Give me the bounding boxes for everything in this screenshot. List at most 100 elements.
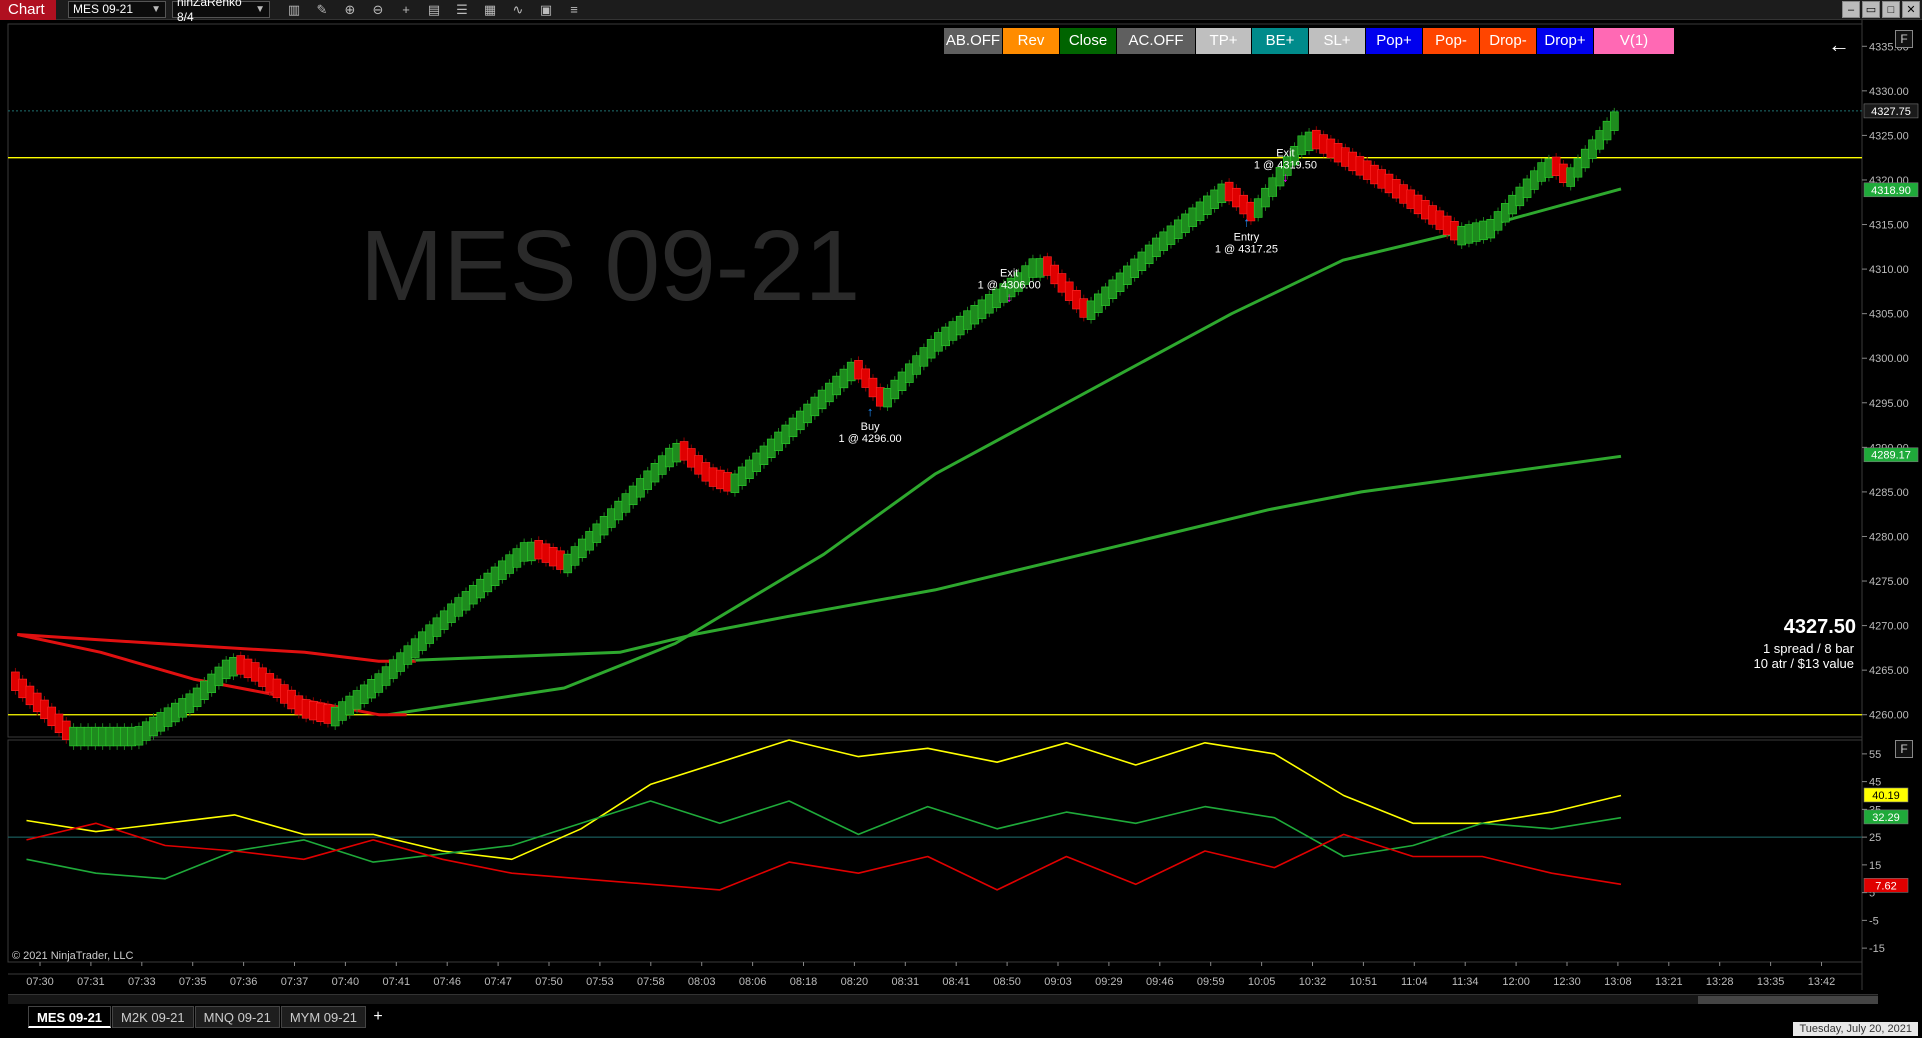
trader-button-drop[interactable]: Drop- [1480,28,1536,54]
chart-canvas[interactable]: MES 09-214335.004330.004325.004320.00431… [0,0,1922,1038]
renko-bar-up [955,315,965,336]
tab-m2k-09-21[interactable]: M2K 09-21 [112,1006,194,1028]
trader-button-v-1[interactable]: V(1) [1594,28,1674,54]
renko-bar-down [875,387,885,407]
tab-mnq-09-21[interactable]: MNQ 09-21 [194,1006,280,1028]
time-axis-label: 07:40 [332,976,360,988]
renko-bar-up [839,368,849,389]
trader-button-drop[interactable]: Drop+ [1537,28,1593,54]
renko-bar-up [396,652,405,672]
price-axis-label: 4285.00 [1869,487,1909,499]
renko-bar-up [563,553,573,574]
renko-bar-up [468,585,478,605]
horizontal-scrollbar[interactable] [8,994,1878,1004]
price-axis-label: 4280.00 [1869,531,1909,543]
renko-bar-up [745,459,754,479]
renko-bar-up [1115,272,1125,292]
trade-label-type: Exit [1276,147,1294,159]
time-axis-label: 07:31 [77,976,105,988]
renko-bar-down [1384,173,1394,194]
trader-button-rev[interactable]: Rev [1003,28,1059,54]
trader-button-ac-off[interactable]: AC.OFF [1117,28,1195,54]
time-axis-label: 07:53 [586,976,614,988]
time-axis-label: 07:30 [26,976,54,988]
renko-bar-up [483,572,493,593]
renko-bar-up [171,702,180,723]
renko-bar-up [577,538,587,559]
trader-button-tp[interactable]: TP+ [1196,28,1251,54]
renko-bar-up [817,389,827,410]
price-axis-label: 4260.00 [1869,710,1909,722]
renko-bar-up [229,657,238,677]
renko-bar-up [1304,131,1314,152]
renko-bar-down [1355,156,1365,176]
price-marker-label: 4318.90 [1871,185,1911,197]
trader-button-pop[interactable]: Pop- [1423,28,1479,54]
renko-bar-up [1588,139,1597,159]
renko-bar-up [1181,213,1190,233]
renko-bar-up [1217,183,1227,203]
price-axis-label: 4275.00 [1869,576,1909,588]
renko-bar-up [890,379,900,400]
time-axis-label: 07:41 [383,976,411,988]
renko-bar-up [1515,186,1525,207]
renko-bar-down [1413,194,1423,215]
renko-bar-up [221,659,231,680]
renko-bar-down [287,689,296,710]
renko-bar-up [1457,225,1466,246]
renko-bar-up [963,310,972,330]
renko-bar-down [32,692,42,713]
time-axis-label: 07:35 [179,976,207,988]
renko-bar-down [294,695,304,715]
back-arrow-icon[interactable]: ← [1828,32,1850,58]
renko-bar-down [258,667,267,687]
tab-mes-09-21[interactable]: MES 09-21 [28,1006,112,1028]
renko-bar-down [868,377,878,398]
renko-bar-up [992,288,1001,309]
time-axis-label: 13:35 [1757,976,1785,988]
price-panel-f-button[interactable]: F [1895,30,1913,48]
renko-bar-up [948,321,958,341]
renko-bar-down [723,472,732,492]
trader-button-be[interactable]: BE+ [1252,28,1308,54]
renko-bar-up [127,726,136,747]
renko-bar-down [1442,215,1452,236]
renko-bar-up [1464,224,1474,244]
price-axis-label: 4315.00 [1869,220,1909,232]
time-axis-label: 09:59 [1197,976,1225,988]
renko-bar-down [556,550,565,570]
renko-bar-up [1159,231,1169,251]
osc-panel-f-button[interactable]: F [1895,740,1913,758]
renko-bar-up [934,332,943,352]
time-axis-label: 07:37 [281,976,309,988]
renko-bar-up [367,679,376,699]
renko-bar-up [883,387,892,408]
trader-button-sl[interactable]: SL+ [1309,28,1365,54]
renko-bar-up [389,659,398,679]
renko-bar-up [1268,177,1278,197]
renko-bar-up [607,508,616,528]
renko-bar-down [40,699,49,720]
renko-bar-up [381,666,391,686]
renko-bar-up [418,631,427,651]
add-tab-button[interactable]: + [367,1006,389,1028]
trader-button-close[interactable]: Close [1060,28,1116,54]
info-atr: 10 atr / $13 value [1753,656,1854,671]
price-axis-label: 4295.00 [1869,398,1909,410]
scroll-thumb[interactable] [1698,996,1878,1004]
price-axis-label: 4310.00 [1869,264,1909,276]
renko-bar-down [1348,151,1357,172]
info-spread: 1 spread / 8 bar [1762,641,1854,656]
tab-mym-09-21[interactable]: MYM 09-21 [280,1006,367,1028]
time-axis-label: 09:29 [1095,976,1123,988]
price-axis-label: 4305.00 [1869,309,1909,321]
renko-bar-up [447,603,456,623]
renko-bar-down [687,448,696,468]
trader-button-ab-off[interactable]: AB.OFF [944,28,1002,54]
renko-bar-up [636,478,645,498]
renko-bar-up [1144,244,1154,265]
trader-button-pop[interactable]: Pop+ [1366,28,1422,54]
oscillator-line-0 [26,739,1622,861]
renko-bar-up [926,339,936,359]
renko-bar-up [1210,189,1219,209]
